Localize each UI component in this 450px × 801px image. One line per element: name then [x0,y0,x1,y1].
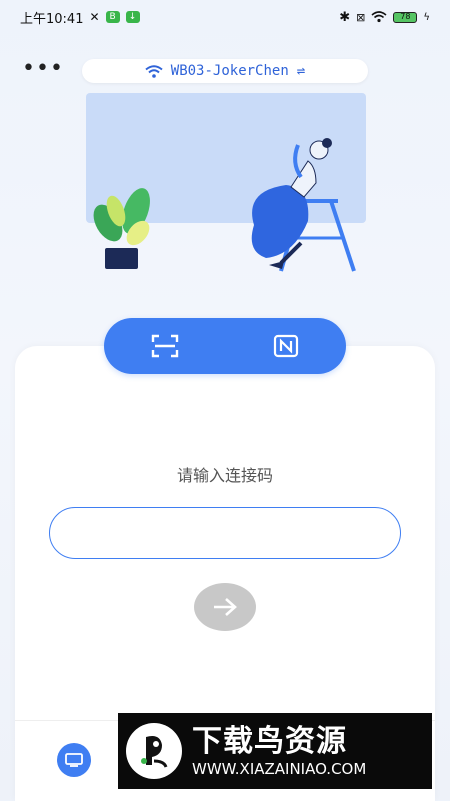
battery-icon: 78 [393,11,418,23]
status-left: 上午10:41 ✕ B ↓ [20,8,140,27]
wifi-status-icon [371,11,387,23]
device-icon [65,753,83,767]
watermark-url: WWW.XIAZAINIAO.COM [192,760,367,778]
switch-network-icon: ⇌ [296,63,306,79]
submit-button[interactable] [194,583,256,631]
connect-illustration [86,93,366,272]
wifi-network-selector[interactable]: WB03-JokerChen ⇌ [82,59,368,83]
top-bar: ••• WB03-JokerChen ⇌ [0,56,450,86]
status-time: 上午10:41 [20,11,84,27]
more-menu-button[interactable]: ••• [22,56,64,82]
watermark-logo [126,723,182,779]
wifi-icon [145,64,163,78]
status-bar: 上午10:41 ✕ B ↓ ✱ ⊠ 78 ϟ [0,0,450,34]
download-notification-icon: ↓ [125,11,140,23]
connect-mode-switch [104,318,346,374]
wifi-name: WB03-JokerChen [170,63,289,79]
bird-logo-icon [141,736,168,768]
nav-item-device[interactable] [57,743,91,777]
status-right: ✱ ⊠ 78 ϟ [339,10,430,25]
bluetooth-icon: ✱ [339,9,351,25]
scan-icon [151,334,178,358]
nfc-icon [273,334,298,358]
app-notification-icon: B [105,11,120,23]
mute-icon: ✕ [89,10,100,24]
watermark-text: 下载鸟资源 WWW.XIAZAINIAO.COM [192,724,366,778]
connect-code-input[interactable] [49,507,401,559]
watermark-banner: 下载鸟资源 WWW.XIAZAINIAO.COM [118,713,432,789]
watermark-title: 下载鸟资源 [192,724,347,759]
connect-code-prompt: 请输入连接码 [176,466,273,485]
sim-icon: ⊠ [356,10,366,24]
nfc-button[interactable] [266,326,306,366]
scan-button[interactable] [145,326,185,366]
charging-icon: ϟ [423,11,430,23]
arrow-right-icon [214,598,237,616]
